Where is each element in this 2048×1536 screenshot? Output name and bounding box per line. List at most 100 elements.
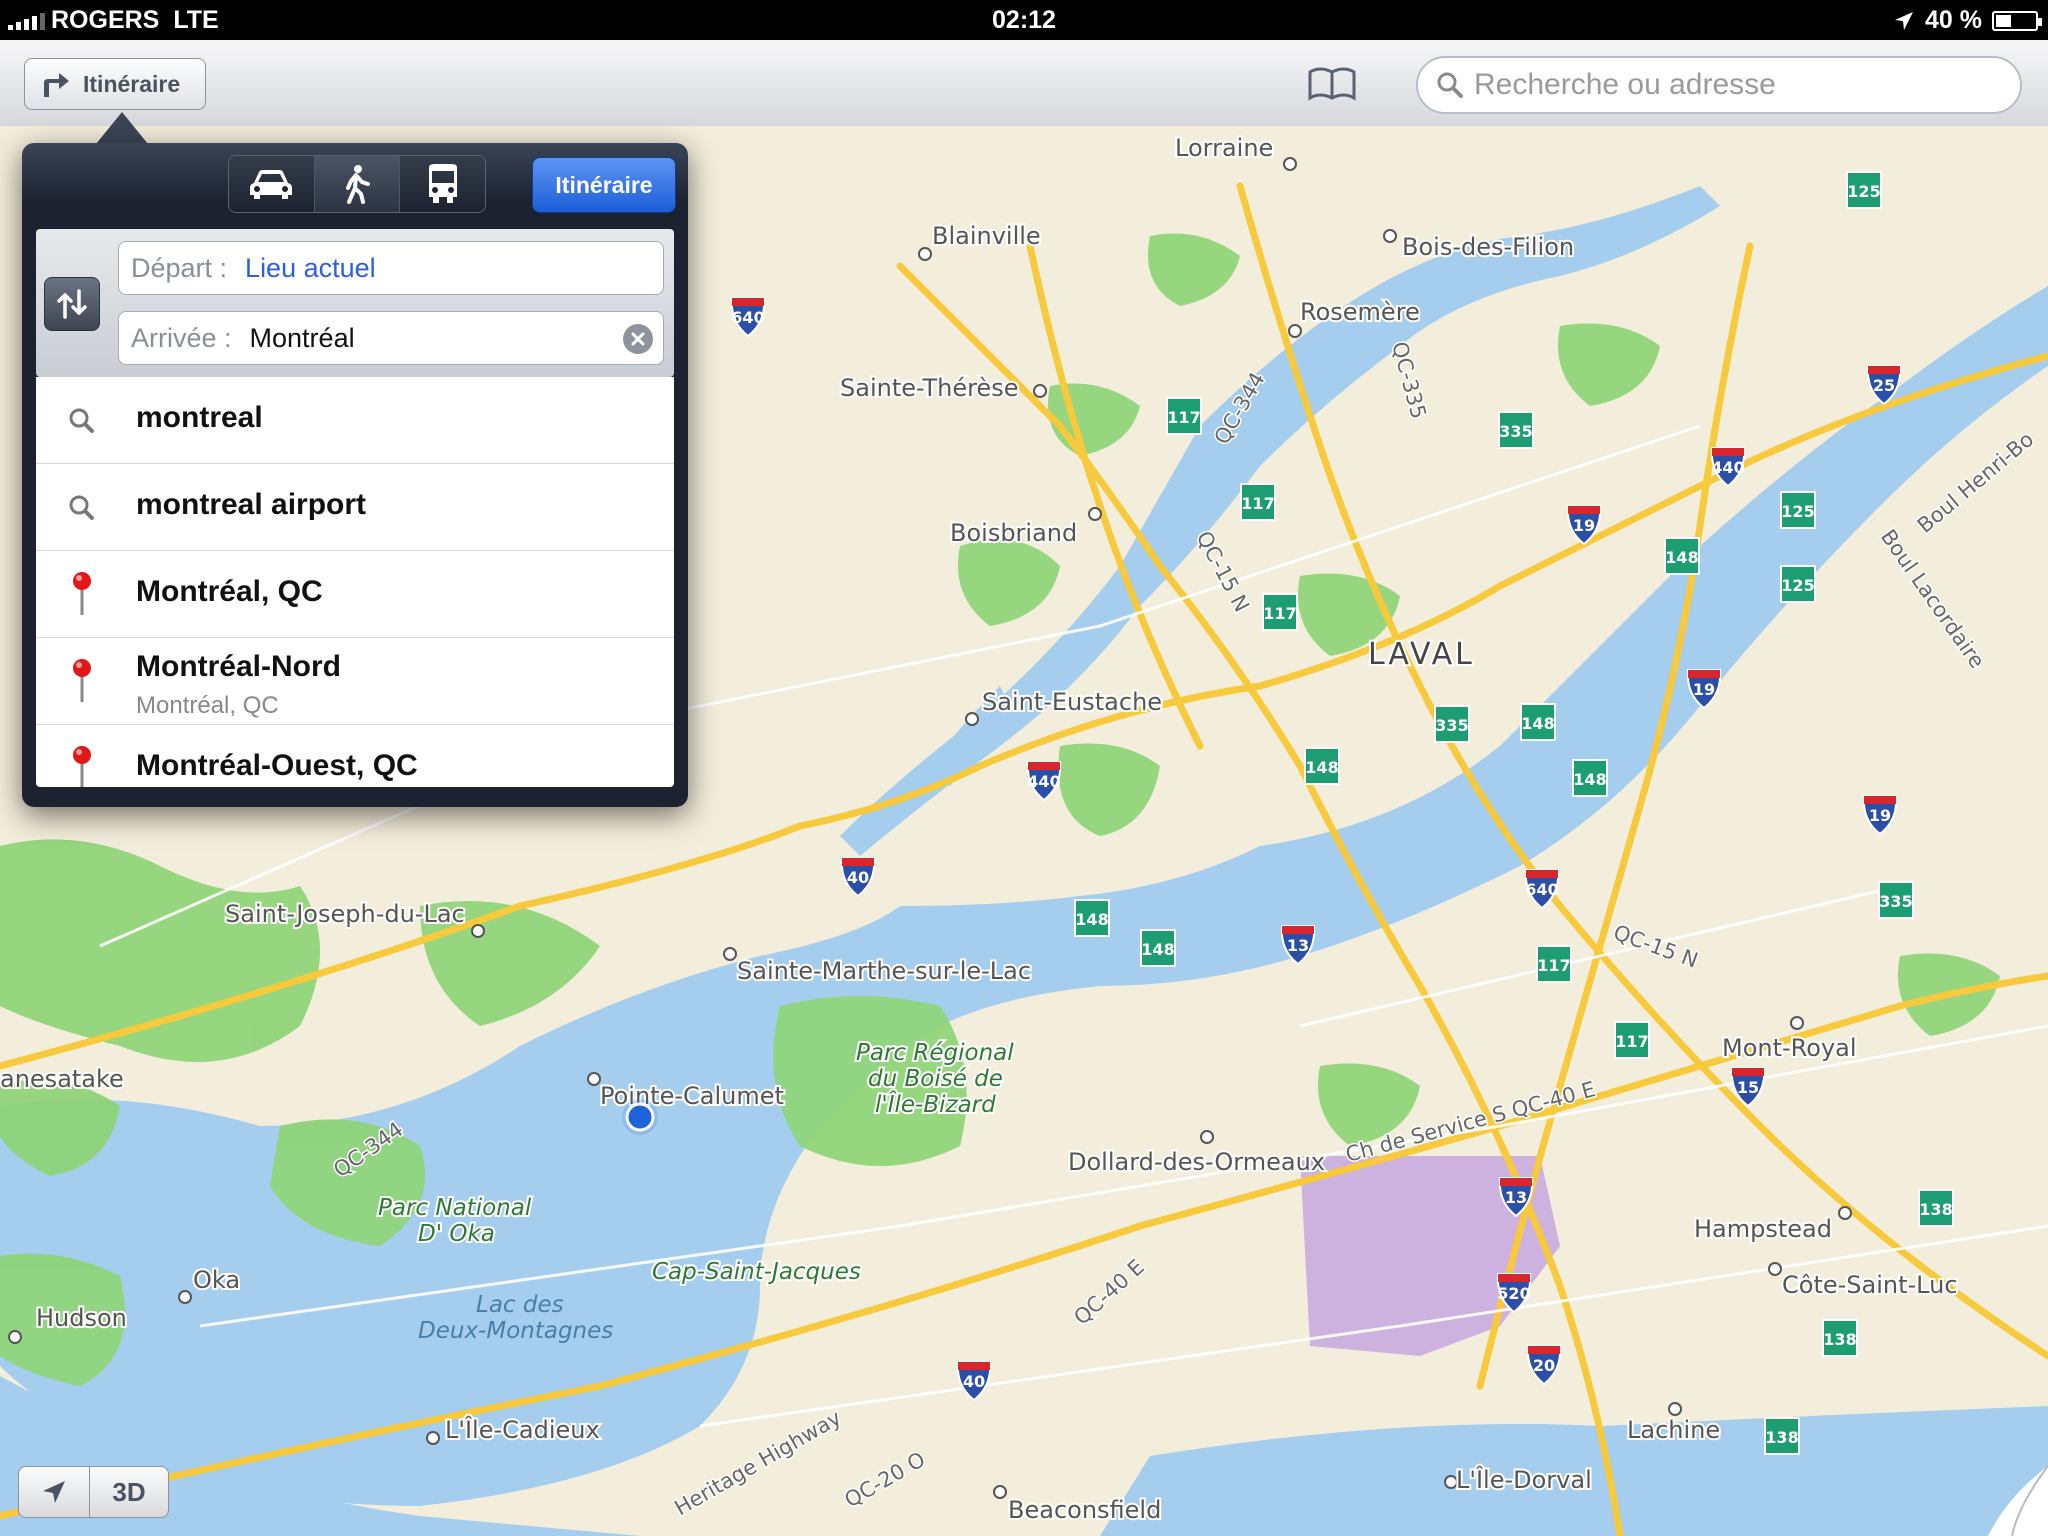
- battery-icon: [1992, 10, 2042, 31]
- route-shield-number: 520: [1497, 1284, 1530, 1303]
- place-label: Rosemère: [1300, 298, 1420, 326]
- suggestion-item[interactable]: Montréal-Nord Montréal, QC: [36, 638, 674, 725]
- location-arrow-icon: [1895, 11, 1914, 30]
- status-bar: ROGERS LTE 02:12 40 %: [0, 0, 2048, 40]
- route-shield-number: 440: [1027, 772, 1060, 791]
- suggestion-list: montreal montreal airport Montréal, QC M…: [36, 377, 674, 787]
- route-shield-number: 117: [1263, 604, 1296, 623]
- place-label: Hudson: [36, 1304, 127, 1332]
- suggestion-title: montreal airport: [136, 488, 367, 521]
- route-shield-number: 148: [1075, 910, 1108, 929]
- route-shield-number: 640: [1525, 880, 1558, 899]
- route-shield-number: 125: [1847, 182, 1880, 201]
- suggestion-item[interactable]: Montréal-Ouest, QC: [36, 725, 674, 787]
- directions-button[interactable]: Itinéraire: [24, 58, 206, 110]
- place-label: Cap-Saint-Jacques: [652, 1259, 861, 1285]
- route-shield-number: 148: [1573, 770, 1606, 789]
- route-shield: 335: [1434, 705, 1470, 743]
- route-button[interactable]: Itinéraire: [532, 157, 676, 213]
- place-label: Oka: [193, 1266, 240, 1294]
- directions-popover: Itinéraire Départ : Lieu actuel Arrivée …: [22, 143, 688, 807]
- route-shield: 117: [1614, 1021, 1650, 1059]
- pin-icon: [73, 659, 91, 702]
- swap-icon: [57, 289, 87, 319]
- water-label: Deux-Montagnes: [418, 1318, 613, 1344]
- bus-icon: [428, 164, 457, 203]
- place-label: Saint-Eustache: [982, 688, 1162, 716]
- search-input[interactable]: [1472, 67, 1996, 103]
- route-shield: 125: [1780, 565, 1816, 603]
- place-label: Boisbriand: [950, 519, 1077, 547]
- place-label: Lorraine: [1175, 134, 1273, 162]
- route-shield-number: 25: [1873, 376, 1895, 395]
- suggestion-item[interactable]: montreal airport: [36, 464, 674, 551]
- start-field[interactable]: Départ : Lieu actuel: [118, 241, 664, 295]
- mode-walk-button[interactable]: [314, 156, 401, 212]
- suggestion-title: Montréal-Nord: [136, 650, 341, 683]
- transport-mode-selector: [228, 155, 486, 213]
- route-shield: 148: [1074, 899, 1110, 937]
- walk-icon: [346, 165, 370, 204]
- route-shield-number: 138: [1765, 1428, 1798, 1447]
- route-shield: 148: [1304, 747, 1340, 785]
- suggestion-title: montreal: [136, 401, 263, 434]
- locate-button[interactable]: [18, 1466, 90, 1518]
- suggestion-title: Montréal-Ouest, QC: [136, 749, 418, 782]
- route-shield-number: 138: [1823, 1330, 1856, 1349]
- place-label: L'Île-Dorval: [1456, 1465, 1592, 1494]
- search-field[interactable]: [1416, 56, 2022, 114]
- place-label: Sainte-Marthe-sur-le-Lac: [737, 957, 1031, 985]
- clear-button[interactable]: [623, 324, 653, 354]
- route-shield: 138: [1764, 1417, 1800, 1455]
- route-shield-number: 117: [1241, 494, 1274, 513]
- route-shield-number: 13: [1287, 936, 1309, 955]
- page-curl-icon[interactable]: [1988, 1466, 2048, 1536]
- place-label: Bois-des-Filion: [1402, 233, 1574, 261]
- place-label: Hampstead: [1694, 1215, 1832, 1243]
- route-shield-number: 13: [1505, 1188, 1527, 1207]
- place-label: anesatake: [0, 1065, 124, 1093]
- route-shield-number: 19: [1869, 806, 1891, 825]
- suggestion-item[interactable]: montreal: [36, 377, 674, 464]
- place-label: Blainville: [932, 222, 1041, 250]
- end-field[interactable]: Arrivée : Montréal: [118, 311, 664, 365]
- route-shield: 117: [1240, 483, 1276, 521]
- route-shield-number: 335: [1499, 422, 1532, 441]
- route-shield: 335: [1498, 411, 1534, 449]
- directions-button-label: Itinéraire: [83, 70, 181, 97]
- place-label: Côte-Saint-Luc: [1782, 1271, 1958, 1299]
- battery-percent: 40 %: [1925, 6, 1982, 34]
- route-shield: 117: [1262, 593, 1298, 631]
- route-shield-number: 335: [1879, 892, 1912, 911]
- 3d-button[interactable]: 3D: [89, 1466, 169, 1518]
- route-shield: 335: [1878, 881, 1914, 919]
- route-shield-number: 20: [1533, 1356, 1555, 1375]
- car-icon: [250, 170, 293, 199]
- current-location: [622, 1099, 658, 1135]
- route-shield-number: 15: [1737, 1078, 1759, 1097]
- place-label: L'Île-Cadieux: [445, 1415, 600, 1444]
- bookmarks-icon[interactable]: [1306, 64, 1358, 104]
- route-shield-number: 117: [1167, 408, 1200, 427]
- swap-button[interactable]: [44, 277, 100, 331]
- suggestion-item[interactable]: Montréal, QC: [36, 551, 674, 638]
- park-label: D' Oka: [418, 1221, 495, 1247]
- mode-transit-button[interactable]: [400, 156, 485, 212]
- place-label-laval: LAVAL: [1368, 637, 1475, 672]
- place-label: Sainte-Thérèse: [840, 374, 1018, 402]
- route-shield: 148: [1520, 703, 1556, 741]
- route-shield-number: 125: [1781, 502, 1814, 521]
- search-icon: [69, 408, 94, 433]
- route-shield-number: 148: [1665, 548, 1698, 567]
- end-label: Arrivée :: [131, 322, 232, 353]
- clock: 02:12: [992, 6, 1056, 34]
- popover-arrow: [96, 112, 148, 144]
- park-label: Parc National: [378, 1195, 532, 1221]
- place-label: Lachine: [1627, 1416, 1720, 1444]
- mode-car-button[interactable]: [229, 156, 315, 212]
- pin-icon: [73, 572, 91, 615]
- suggestion-subtitle: Montréal, QC: [136, 692, 279, 719]
- route-shield-number: 138: [1919, 1200, 1952, 1219]
- route-shield-number: 148: [1521, 714, 1554, 733]
- route-shield: 148: [1664, 537, 1700, 575]
